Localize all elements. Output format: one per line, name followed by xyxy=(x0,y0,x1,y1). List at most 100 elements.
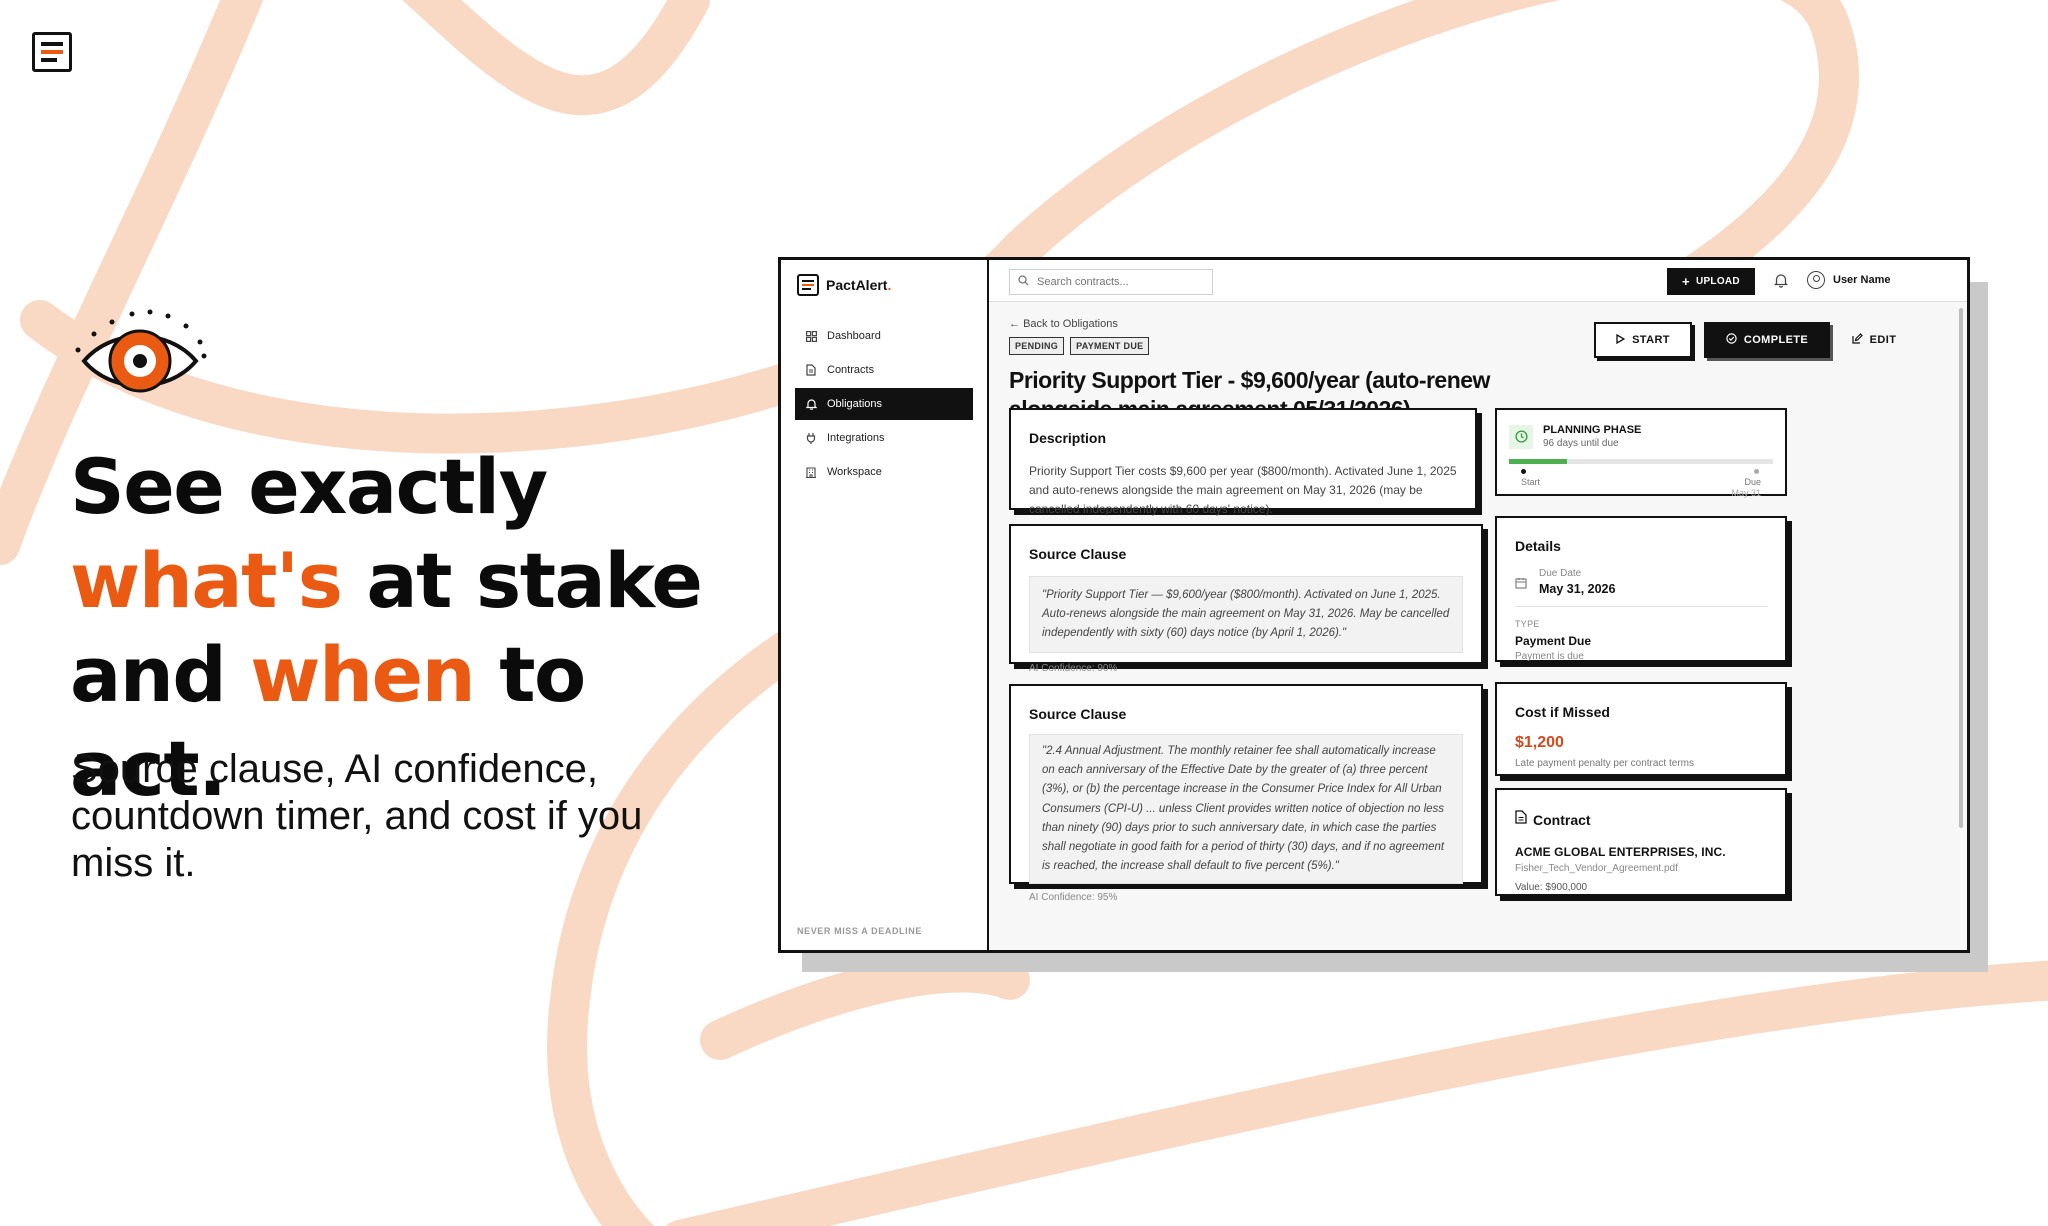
sidebar-item-obligations[interactable]: Obligations xyxy=(795,388,973,420)
eye-icon xyxy=(75,309,207,393)
user-name: User Name xyxy=(1833,274,1891,286)
details-divider xyxy=(1515,606,1767,607)
source-clause-heading: Source Clause xyxy=(1029,546,1127,562)
source-clause-quote: "Priority Support Tier — $9,600/year ($8… xyxy=(1029,576,1463,653)
contract-file-name[interactable]: Fisher_Tech_Vendor_Agreement.pdf xyxy=(1515,863,1767,874)
hero-subhead: Source clause, AI confidence, countdown … xyxy=(71,747,643,885)
start-button-label: START xyxy=(1632,334,1670,346)
phase-countdown: 96 days until due xyxy=(1543,438,1619,449)
calendar-icon xyxy=(1515,576,1527,594)
sidebar-item-label: Dashboard xyxy=(827,330,881,342)
contract-card: Contract ACME GLOBAL ENTERPRISES, INC. F… xyxy=(1495,788,1787,896)
back-to-obligations-link[interactable]: ← Back to Obligations xyxy=(1009,318,1118,330)
quote-text: "2.4 Annual Adjustment. The monthly reta… xyxy=(1042,745,1445,873)
source-clause-card: Source Clause "Priority Support Tier — $… xyxy=(1009,524,1483,674)
start-button[interactable]: START xyxy=(1594,322,1692,358)
sidebar-item-contracts[interactable]: Contracts xyxy=(795,354,973,386)
type-caption: TYPE xyxy=(1515,619,1540,629)
plug-icon xyxy=(805,432,817,444)
source-clause-heading: Source Clause xyxy=(1029,706,1127,722)
start-label: Start xyxy=(1521,477,1541,487)
description-card: Description Priority Support Tier costs … xyxy=(1009,408,1477,516)
scrollbar[interactable] xyxy=(1959,308,1963,828)
contract-company[interactable]: ACME GLOBAL ENTERPRISES, INC. xyxy=(1515,845,1767,859)
sidebar-item-label: Obligations xyxy=(827,398,883,410)
contract-value: Value: $900,000 xyxy=(1515,882,1588,893)
status-badge-payment-due: PAYMENT DUE xyxy=(1070,337,1150,355)
type-description: Payment is due xyxy=(1515,651,1584,662)
ai-confidence: AI Confidence: 95% xyxy=(1029,892,1118,904)
sidebar: PactAlert. Dashboard Contracts Obligatio… xyxy=(781,260,989,950)
due-date-value: May 31, 2026 xyxy=(1539,582,1616,596)
user-menu[interactable]: User Name xyxy=(1807,271,1890,289)
grid-icon xyxy=(805,330,817,342)
sidebar-tagline: NEVER MISS A DEADLINE xyxy=(797,926,922,936)
phase-progress-fill xyxy=(1509,459,1568,464)
back-link-label: Back to Obligations xyxy=(1023,318,1118,330)
notification-bell-icon[interactable] xyxy=(1773,272,1789,288)
search-icon xyxy=(1018,273,1029,291)
headline-line-3-start: and xyxy=(70,630,251,719)
brand-name: PactAlert. xyxy=(826,277,892,293)
headline-line-2: at stake xyxy=(341,536,702,625)
due-date-caption: Due Date xyxy=(1539,568,1582,579)
phase-title: PLANNING PHASE xyxy=(1543,424,1642,436)
sidebar-item-integrations[interactable]: Integrations xyxy=(795,422,973,454)
details-card: Details Due Date May 31, 2026 TYPE Payme… xyxy=(1495,516,1787,662)
details-heading: Details xyxy=(1515,538,1561,554)
play-icon xyxy=(1616,333,1626,347)
start-marker-dot xyxy=(1521,469,1526,474)
due-date-label: May 31 xyxy=(1731,488,1761,498)
description-text: Priority Support Tier costs $9,600 per y… xyxy=(1029,464,1457,516)
sidebar-item-label: Contracts xyxy=(827,364,875,376)
clock-icon xyxy=(1509,424,1533,449)
due-label: Due xyxy=(1744,477,1761,487)
source-clause-card: Source Clause "2.4 Annual Adjustment. Th… xyxy=(1009,684,1483,903)
cost-if-missed-card: Cost if Missed $1,200 Late payment penal… xyxy=(1495,682,1787,776)
edit-button[interactable]: EDIT xyxy=(1839,322,1909,358)
source-clause-quote: "2.4 Annual Adjustment. The monthly reta… xyxy=(1029,734,1463,885)
cost-heading: Cost if Missed xyxy=(1515,704,1610,720)
brand[interactable]: PactAlert. xyxy=(797,274,891,296)
topbar: + UPLOAD User Name xyxy=(989,260,1967,302)
contract-heading: Contract xyxy=(1533,811,1591,828)
check-circle-icon xyxy=(1726,333,1737,347)
sidebar-item-label: Workspace xyxy=(827,466,882,478)
headline-line-1: See exactly xyxy=(70,442,548,531)
cost-description: Late payment penalty per contract terms xyxy=(1515,758,1694,769)
upload-button[interactable]: + UPLOAD xyxy=(1667,268,1755,295)
ai-confidence: AI Confidence: 90% xyxy=(1029,663,1118,674)
upload-button-label: UPLOAD xyxy=(1695,276,1740,287)
status-badge-pending: PENDING xyxy=(1009,337,1065,355)
sidebar-item-label: Integrations xyxy=(827,432,885,444)
due-marker-dot xyxy=(1754,469,1759,474)
headline-accent-when: when xyxy=(250,630,475,719)
phase-progress-track xyxy=(1509,459,1773,464)
document-icon xyxy=(1515,810,1527,829)
edit-icon xyxy=(1852,333,1863,347)
search-input[interactable] xyxy=(1037,276,1197,288)
edit-button-label: EDIT xyxy=(1869,334,1897,346)
description-heading: Description xyxy=(1029,430,1107,446)
user-avatar-icon xyxy=(1807,271,1825,289)
cost-amount: $1,200 xyxy=(1515,734,1564,751)
menu-icon[interactable] xyxy=(32,32,72,72)
bell-icon xyxy=(805,398,817,410)
app-window: PactAlert. Dashboard Contracts Obligatio… xyxy=(778,257,1970,953)
arrow-left-icon: ← xyxy=(1009,318,1020,330)
brand-logo-icon xyxy=(797,274,819,296)
complete-button[interactable]: COMPLETE xyxy=(1704,322,1830,358)
file-icon xyxy=(805,364,817,376)
plus-icon: + xyxy=(1682,273,1690,289)
search-box xyxy=(1009,269,1213,295)
sidebar-nav: Dashboard Contracts Obligations Integrat… xyxy=(795,320,973,490)
status-badges: PENDING PAYMENT DUE xyxy=(1009,337,1150,355)
main-content: ← Back to Obligations PENDING PAYMENT DU… xyxy=(989,302,1967,950)
headline-accent-whats: what's xyxy=(70,536,343,625)
sidebar-item-dashboard[interactable]: Dashboard xyxy=(795,320,973,352)
type-value: Payment Due xyxy=(1515,634,1592,648)
quote-text: "Priority Support Tier — $9,600/year ($8… xyxy=(1042,589,1450,639)
building-icon xyxy=(805,466,817,478)
planning-phase-card: PLANNING PHASE 96 days until due Start D… xyxy=(1495,408,1787,498)
sidebar-item-workspace[interactable]: Workspace xyxy=(795,456,973,488)
